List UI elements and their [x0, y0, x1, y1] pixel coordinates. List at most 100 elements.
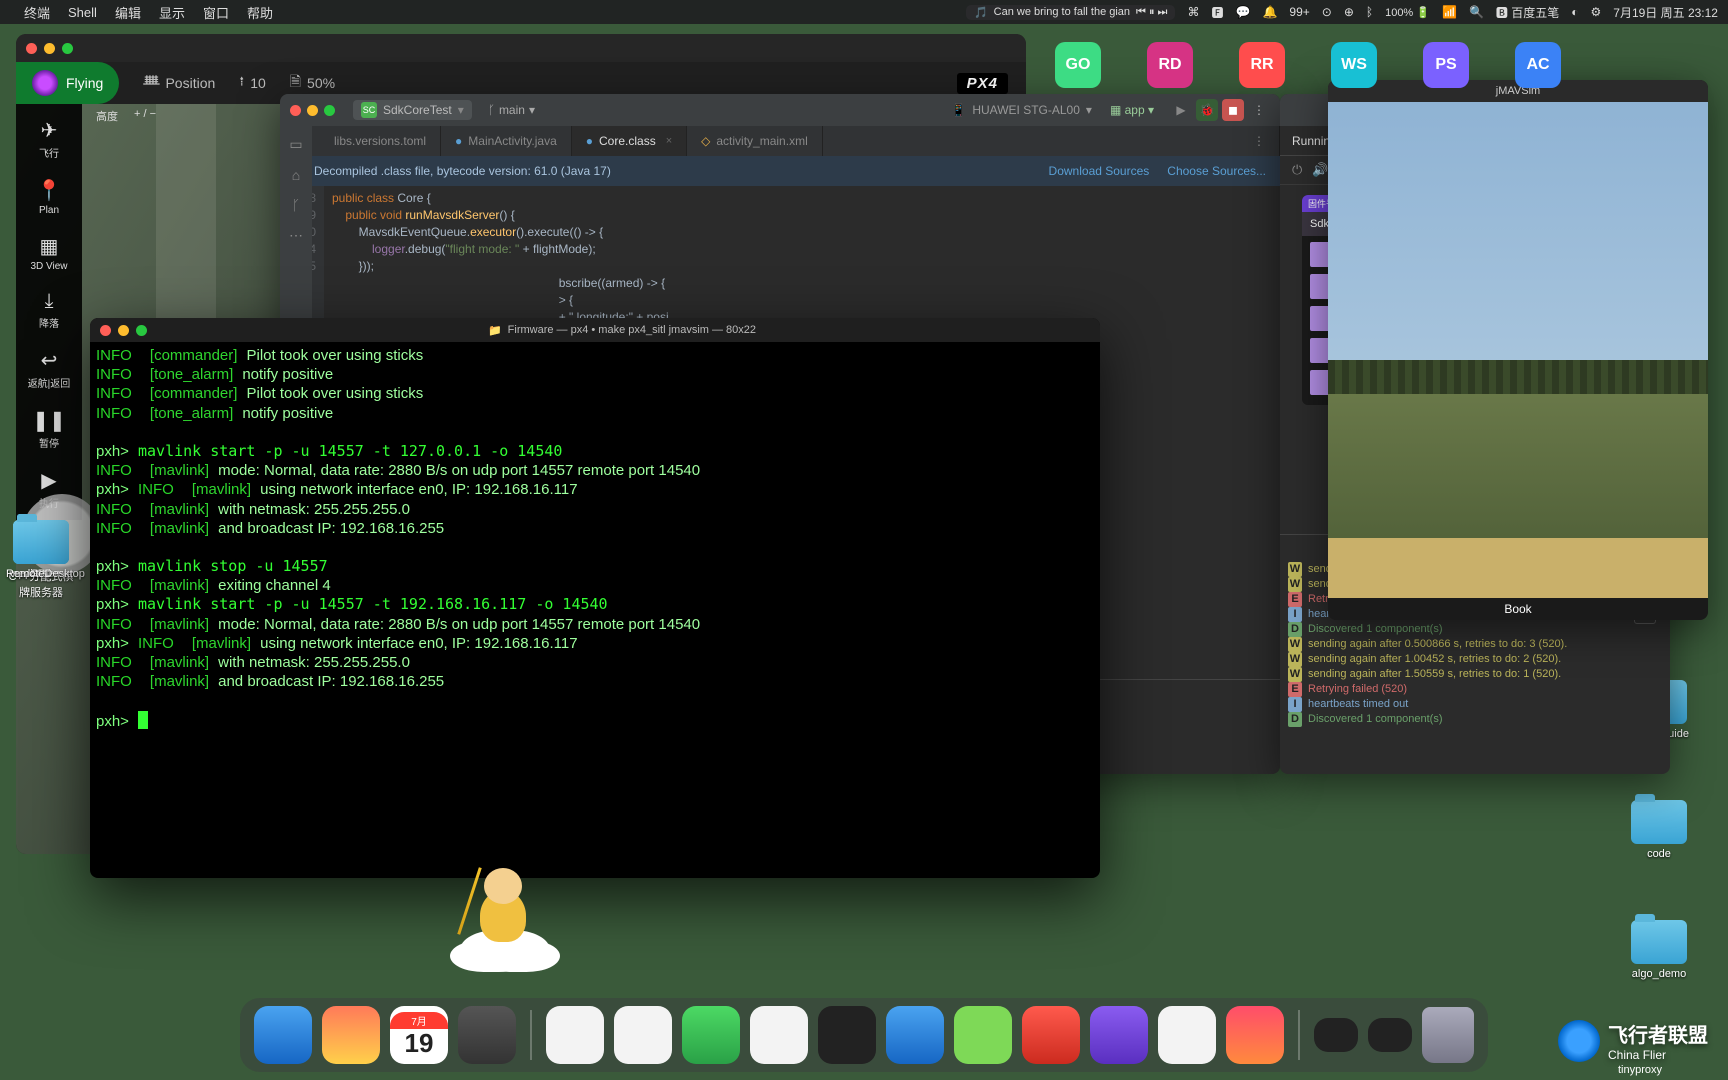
- debug-button[interactable]: 🐞: [1196, 99, 1218, 121]
- more-actions[interactable]: ⋮: [1248, 99, 1270, 121]
- dock-qq[interactable]: [546, 1006, 604, 1064]
- desktop-pet-sprite[interactable]: [460, 860, 550, 970]
- desktop-item[interactable]: RemoteDesktop: [6, 520, 76, 580]
- dock-minimized-window[interactable]: [1368, 1018, 1412, 1052]
- control-center-icon[interactable]: ⚙: [1591, 5, 1602, 19]
- terminal-titlebar[interactable]: 📁Firmware — px4 • make px4_sitl jmavsim …: [90, 318, 1100, 342]
- menu-app[interactable]: 终端: [24, 3, 50, 22]
- device-selector[interactable]: 📱 HUAWEI STG-AL00 ▾: [951, 103, 1092, 117]
- tray-icon[interactable]: ⊕: [1344, 5, 1354, 19]
- menu-shell[interactable]: Shell: [68, 5, 97, 20]
- notifications-tray-icon[interactable]: 🔔: [1262, 5, 1277, 19]
- battery-indicator[interactable]: 100% 🔋: [1385, 6, 1430, 19]
- tray-icon[interactable]: ⊙: [1322, 5, 1332, 19]
- vcs-tool-icon[interactable]: ᚴ: [292, 197, 300, 213]
- menu-window[interactable]: 窗口: [203, 3, 229, 22]
- app-icon-ac[interactable]: AC: [1515, 42, 1561, 88]
- menu-edit[interactable]: 编辑: [115, 3, 141, 22]
- throttle-indicator[interactable]: 🗎 50%: [290, 71, 335, 95]
- sidebar-land[interactable]: ⤓降落: [21, 282, 77, 340]
- app-icon-ps[interactable]: PS: [1423, 42, 1469, 88]
- terminal-window[interactable]: 📁Firmware — px4 • make px4_sitl jmavsim …: [90, 318, 1100, 878]
- fly-mode-badge[interactable]: Flying: [16, 62, 119, 104]
- ime-indicator[interactable]: 🅱 百度五笔: [1496, 4, 1559, 21]
- dock-finder[interactable]: [254, 1006, 312, 1064]
- dock-terminal[interactable]: [818, 1006, 876, 1064]
- editor-tab[interactable]: ●MainActivity.java: [441, 126, 572, 156]
- minimize-button[interactable]: [44, 43, 55, 54]
- desktop-folder[interactable]: code: [1624, 800, 1694, 860]
- tab-overflow[interactable]: ⋮: [1239, 126, 1280, 156]
- close-tab-icon[interactable]: ×: [666, 135, 672, 147]
- editor-tab[interactable]: ◇activity_main.xml: [687, 126, 823, 156]
- position-button[interactable]: ᚙ Position: [143, 75, 215, 92]
- dock-netease[interactable]: [1022, 1006, 1080, 1064]
- stop-button[interactable]: ◼: [1222, 99, 1244, 121]
- tray-icon[interactable]: 🅵: [1211, 4, 1223, 21]
- dock-settings[interactable]: [458, 1006, 516, 1064]
- app-icon-go[interactable]: GO: [1055, 42, 1101, 88]
- close-button[interactable]: [26, 43, 37, 54]
- sim-3d-view[interactable]: [1328, 102, 1708, 598]
- tray-icon[interactable]: ⌘: [1187, 5, 1199, 19]
- terminal-output[interactable]: INFO [commander] Pilot took over using s…: [90, 342, 1100, 735]
- dock-calendar[interactable]: 7月19: [390, 1006, 448, 1064]
- choose-sources-link[interactable]: Choose Sources...: [1167, 164, 1266, 178]
- close-button[interactable]: [100, 325, 111, 336]
- code-area[interactable]: public class Core { public void runMavsd…: [324, 186, 669, 336]
- project-tool-icon[interactable]: ▭: [289, 136, 302, 153]
- volume-icon[interactable]: 🔊: [1312, 162, 1328, 178]
- desktop-folder[interactable]: algo_demo: [1624, 920, 1694, 980]
- minimize-button[interactable]: [307, 105, 318, 116]
- dock-trash[interactable]: [1422, 1007, 1474, 1063]
- wifi-icon[interactable]: 📶: [1442, 5, 1457, 19]
- ide-titlebar[interactable]: SCSdkCoreTest ▾ ᚴ main ▾ 📱 HUAWEI STG-AL…: [280, 94, 1280, 126]
- run-button[interactable]: ▶: [1170, 99, 1192, 121]
- structure-tool-icon[interactable]: ⌂: [292, 167, 300, 183]
- app-icon-rd[interactable]: RD: [1147, 42, 1193, 88]
- dock-chrome[interactable]: [750, 1006, 808, 1064]
- dock-compass[interactable]: [1158, 1006, 1216, 1064]
- zoom-button[interactable]: [324, 105, 335, 116]
- dock-launchpad[interactable]: [322, 1006, 380, 1064]
- dock-control[interactable]: [886, 1006, 944, 1064]
- sidebar-rtl[interactable]: ↩返航|返回: [21, 340, 77, 400]
- jmavsim-window[interactable]: jMAVSim Book: [1328, 80, 1708, 620]
- qgc-titlebar[interactable]: [16, 34, 1026, 62]
- git-branch[interactable]: ᚴ main ▾: [488, 103, 535, 117]
- siri-icon[interactable]: ◐: [1571, 5, 1578, 19]
- dock-design[interactable]: [1090, 1006, 1148, 1064]
- sidebar-3dview[interactable]: ▦3D View: [21, 226, 77, 282]
- zoom-button[interactable]: [136, 325, 147, 336]
- clock[interactable]: 7月19日 周五 23:12: [1613, 4, 1718, 21]
- folder-icon: 📁: [488, 324, 502, 337]
- menu-help[interactable]: 帮助: [247, 3, 273, 22]
- project-selector[interactable]: SCSdkCoreTest ▾: [353, 100, 472, 120]
- editor-tab[interactable]: libs.versions.toml: [320, 126, 441, 156]
- wechat-tray-icon[interactable]: 💬: [1235, 5, 1250, 19]
- zoom-button[interactable]: [62, 43, 73, 54]
- bluetooth-icon[interactable]: ᛒ: [1366, 5, 1373, 19]
- close-button[interactable]: [290, 105, 301, 116]
- run-config-selector[interactable]: ▦ app ▾: [1110, 103, 1154, 117]
- app-icon-rr[interactable]: RR: [1239, 42, 1285, 88]
- menu-view[interactable]: 显示: [159, 3, 185, 22]
- editor-tab-active[interactable]: ●Core.class×: [572, 126, 687, 156]
- dock-intellij[interactable]: [1226, 1006, 1284, 1064]
- search-icon[interactable]: 🔍: [1469, 5, 1484, 19]
- app-icon-ws[interactable]: WS: [1331, 42, 1377, 88]
- code-editor[interactable]: 2829303435 public class Core { public vo…: [280, 186, 1280, 336]
- minimize-button[interactable]: [118, 325, 129, 336]
- sidebar-pause[interactable]: ❚❚暂停: [21, 400, 77, 460]
- dock-qgc[interactable]: [954, 1006, 1012, 1064]
- dock-minimized-window[interactable]: [1314, 1018, 1358, 1052]
- dock-wechat[interactable]: [682, 1006, 740, 1064]
- now-playing[interactable]: 🎵 Can we bring to fall the gian ⏮ ⏸ ⏭: [966, 5, 1176, 20]
- altitude-indicator[interactable]: ⭫ 10: [239, 71, 265, 95]
- power-icon[interactable]: ⏻: [1292, 162, 1302, 178]
- dock-qq2[interactable]: [614, 1006, 672, 1064]
- sidebar-plan[interactable]: 📍Plan: [21, 170, 77, 226]
- more-tool-icon[interactable]: ⋯: [289, 227, 303, 244]
- download-sources-link[interactable]: Download Sources: [1049, 164, 1150, 178]
- sidebar-fly[interactable]: ✈飞行: [21, 110, 77, 170]
